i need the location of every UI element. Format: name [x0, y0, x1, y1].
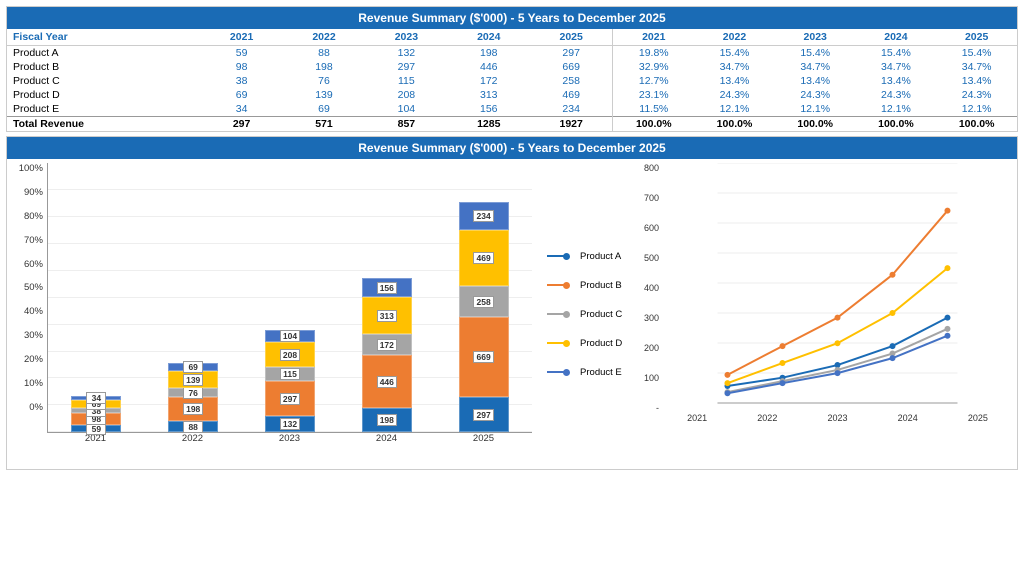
bar-y-axis: 100%90%80%70%60%50%40%30%20%10%0%: [11, 163, 47, 433]
bar-group: 881987613969: [163, 363, 223, 432]
bar-x-labels: 2021 2022 2023 2024 2025: [47, 433, 532, 444]
bar-x-label: 2024: [376, 433, 397, 444]
top-table-title: Revenue Summary ($'000) - 5 Years to Dec…: [7, 7, 1017, 29]
line-y-labels: 800700600500400300200100-: [632, 163, 662, 413]
line-chart-svg: [662, 163, 1013, 413]
line-x-label: 2025: [968, 413, 988, 423]
table-wrapper: Fiscal Year 2021 2022 2023 2024 2025 Pro…: [7, 29, 1017, 131]
pct-2025-header: 2025: [936, 29, 1017, 46]
line-x-label: 2022: [757, 413, 777, 423]
pct-2023-header: 2023: [775, 29, 856, 46]
pct-table: 2021 2022 2023 2024 2025 19.8%15.4%15.4%…: [613, 29, 1017, 131]
main-container: Revenue Summary ($'000) - 5 Years to Dec…: [0, 0, 1024, 577]
charts-container: 100%90%80%70%60%50%40%30%20%10%0% 599838…: [7, 159, 1017, 469]
legend-item: Product E: [547, 367, 632, 378]
line-chart-area: Product A Product B Product C Product D …: [532, 163, 1013, 465]
legend-item: Product C: [547, 309, 632, 320]
legend-item: Product A: [547, 251, 632, 262]
line-x-label: 2023: [827, 413, 847, 423]
revenue-table: Fiscal Year 2021 2022 2023 2024 2025 Pro…: [7, 29, 612, 131]
bar-x-label: 2021: [85, 433, 106, 444]
bars-area: 5998386934 881987613969 132297115208104 198…: [47, 163, 532, 433]
line-x-label: 2024: [898, 413, 918, 423]
year-2022-header: 2022: [283, 29, 365, 46]
legend-area: Product A Product B Product C Product D …: [542, 163, 632, 465]
bottom-chart-title: Revenue Summary ($'000) - 5 Years to Dec…: [7, 137, 1017, 159]
legend-item: Product D: [547, 338, 632, 349]
pct-2021-header: 2021: [613, 29, 694, 46]
line-chart-y-axis: 800700600500400300200100-: [632, 163, 1013, 413]
bar-x-label: 2022: [182, 433, 203, 444]
fiscal-year-header: Fiscal Year: [7, 29, 200, 46]
bar-group: 132297115208104: [260, 330, 320, 432]
bottom-section: Revenue Summary ($'000) - 5 Years to Dec…: [6, 136, 1018, 470]
bar-group: 198446172313156: [357, 278, 417, 432]
year-2024-header: 2024: [448, 29, 530, 46]
line-x-labels: 2021 2022 2023 2024 2025: [662, 413, 1013, 423]
year-2025-header: 2025: [530, 29, 612, 46]
year-2021-header: 2021: [200, 29, 282, 46]
line-x-label: 2021: [687, 413, 707, 423]
bar-x-label: 2025: [473, 433, 494, 444]
bar-group: 5998386934: [66, 396, 126, 432]
line-chart-svg-area: 800700600500400300200100- 20212022202320…: [632, 163, 1013, 465]
bar-chart-inner: 100%90%80%70%60%50%40%30%20%10%0% 599838…: [11, 163, 532, 433]
pct-2022-header: 2022: [694, 29, 775, 46]
top-section: Revenue Summary ($'000) - 5 Years to Dec…: [6, 6, 1018, 132]
year-2023-header: 2023: [365, 29, 447, 46]
bar-group: 297669258469234: [454, 202, 514, 432]
pct-2024-header: 2024: [856, 29, 937, 46]
bar-x-label: 2023: [279, 433, 300, 444]
bar-chart-area: 100%90%80%70%60%50%40%30%20%10%0% 599838…: [11, 163, 532, 465]
legend-item: Product B: [547, 280, 632, 291]
